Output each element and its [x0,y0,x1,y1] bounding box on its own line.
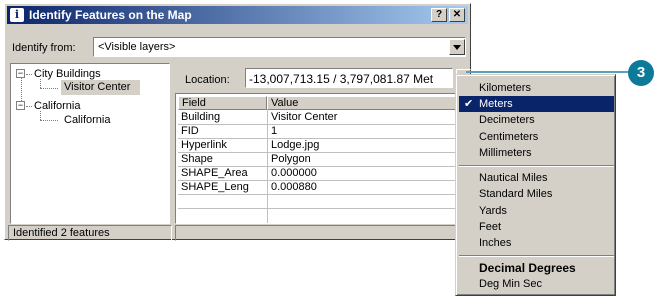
callout-leader-line [466,71,631,73]
tree-connector [26,106,32,107]
grid-row-divider [178,194,469,195]
tree-connector [40,88,58,89]
units-menu: Kilometers ✔ Meters Decimeters Centimete… [455,74,616,296]
grid-row-divider [178,152,469,153]
location-label: Location: [185,74,230,86]
menu-item-yards[interactable]: Yards [459,203,614,219]
grid-cell-value: 0.000000 [271,167,317,179]
menu-separator [459,255,614,257]
callout-number: 3 [628,60,654,86]
info-icon: i [10,8,24,22]
window-title: Identify Features on the Map [29,8,192,22]
menu-item-inches[interactable]: Inches [459,235,614,251]
collapse-icon[interactable]: − [16,69,25,78]
grid-cell-value[interactable]: Lodge.jpg [268,139,319,151]
menu-item-kilometers[interactable]: Kilometers [459,80,614,96]
menu-item-nautical-miles[interactable]: Nautical Miles [459,170,614,186]
collapse-icon[interactable]: − [16,101,25,110]
grid-header-value[interactable]: Value [267,96,469,110]
attributes-grid[interactable]: Field Value Building Visitor Center FID … [175,93,470,224]
status-bar-panel [175,225,470,241]
grid-cell-field: Shape [181,153,213,165]
grid-cell-field: SHAPE_Area [181,167,248,179]
grid-row-divider [178,124,469,125]
menu-item-centimeters[interactable]: Centimeters [459,129,614,145]
grid-cell-field: Hyperlink [181,139,227,151]
grid-row-divider [178,208,469,209]
grid-cell-field: Building [181,111,221,123]
title-bar[interactable]: i Identify Features on the Map ? ✕ [7,6,468,24]
identify-from-dropdown-button[interactable] [449,39,465,55]
tree-connector [26,74,32,75]
identify-from-dropdown[interactable]: <Visible layers> [93,37,466,57]
grid-cell-field: SHAPE_Leng [181,181,249,193]
help-button[interactable]: ? [431,8,447,22]
tree-feature-label: Visitor Center [64,81,131,93]
tree-connector [40,79,41,88]
grid-cell-value: 1 [271,125,278,137]
menu-item-standard-miles[interactable]: Standard Miles [459,186,614,202]
chevron-down-icon [453,45,461,50]
menu-item-millimeters[interactable]: Millimeters [459,145,614,161]
close-button[interactable]: ✕ [449,8,465,22]
tree-feature-visitor-center[interactable]: Visitor Center [61,80,140,95]
grid-cell-value: Visitor Center [271,111,338,123]
location-value: -13,007,713.15 / 3,797,081.87 Met [249,72,434,86]
menu-item-decimeters[interactable]: Decimeters [459,112,614,128]
tree-feature-california[interactable]: California [64,114,110,126]
grid-header-field[interactable]: Field [178,96,267,110]
tree-connector [40,120,58,121]
identify-window: i Identify Features on the Map ? ✕ Ident… [4,3,471,241]
grid-cell-value: 0.000880 [271,181,317,193]
menu-item-deg-min-sec[interactable]: Deg Min Sec [459,276,614,292]
menu-item-feet[interactable]: Feet [459,219,614,235]
menu-item-decimal-degrees[interactable]: Decimal Degrees [459,260,614,276]
tree-connector [40,111,41,120]
identify-from-value: <Visible layers> [98,41,176,53]
grid-cell-field: FID [181,125,199,137]
checkmark-icon: ✔ [464,98,474,110]
status-text: Identified 2 features [13,227,110,239]
menu-item-label: Meters [479,98,513,110]
layer-tree[interactable]: − City Buildings Visitor Center − Califo… [10,63,170,224]
menu-separator [459,165,614,167]
tree-connector [21,75,22,101]
status-bar: Identified 2 features [8,225,172,241]
location-field[interactable]: -13,007,713.15 / 3,797,081.87 Met [245,68,453,88]
menu-item-meters[interactable]: ✔ Meters [459,96,614,112]
identify-from-label: Identify from: [12,42,76,54]
tree-layer-city-buildings[interactable]: City Buildings [34,68,101,80]
grid-cell-value: Polygon [271,153,311,165]
